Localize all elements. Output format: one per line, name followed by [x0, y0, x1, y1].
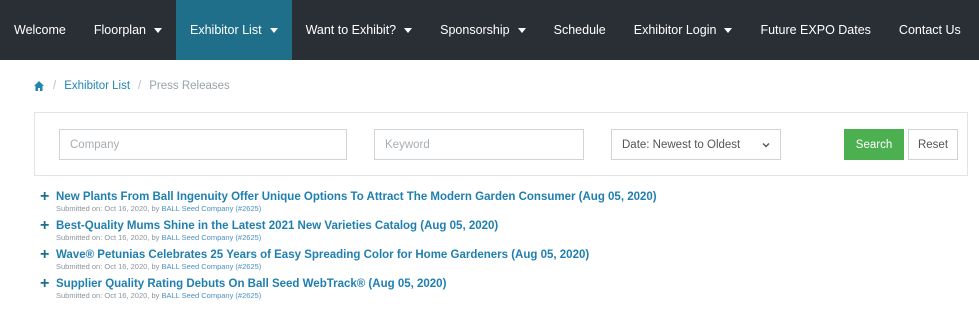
nav-label: Sponsorship [440, 23, 510, 37]
expand-plus-icon[interactable]: + [40, 218, 49, 234]
submitted-text: Submitted on: Oct 16, 2020, by [56, 262, 160, 271]
nav-label: Want to Exhibit? [305, 23, 397, 37]
keyword-placeholder: Keyword [385, 138, 430, 151]
nav-item-floorplan[interactable]: Floorplan [80, 0, 176, 60]
expand-plus-icon[interactable]: + [40, 247, 49, 263]
expand-plus-icon[interactable]: + [40, 276, 49, 292]
keyword-input[interactable]: Keyword [374, 129, 584, 160]
caret-down-icon [154, 27, 162, 33]
list-item: + Supplier Quality Rating Debuts On Ball… [40, 276, 960, 301]
nav-label: Floorplan [93, 23, 146, 37]
company-link[interactable]: BALL Seed Company (#2625) [162, 233, 262, 242]
nav-item-sponsorship[interactable]: Sponsorship [426, 0, 540, 60]
caret-down-icon [404, 27, 413, 33]
company-placeholder: Company [70, 138, 120, 151]
chevron-down-icon [762, 142, 770, 147]
sort-selected-value: Date: Newest to Oldest [622, 138, 741, 151]
sort-select[interactable]: Date: Newest to Oldest [611, 129, 781, 160]
nav-label: Schedule [553, 23, 606, 37]
press-release-meta: Submitted on: Oct 16, 2020, by BALL Seed… [56, 262, 960, 272]
company-link[interactable]: BALL Seed Company (#2625) [162, 262, 262, 271]
nav-label: Future EXPO Dates [760, 23, 871, 37]
submitted-text: Submitted on: Oct 16, 2020, by [56, 204, 160, 213]
press-release-title[interactable]: New Plants From Ball Ingenuity Offer Uni… [56, 190, 960, 204]
press-release-title[interactable]: Best-Quality Mums Shine in the Latest 20… [56, 219, 960, 233]
press-release-title[interactable]: Supplier Quality Rating Debuts On Ball S… [56, 277, 960, 291]
press-release-meta: Submitted on: Oct 16, 2020, by BALL Seed… [56, 204, 960, 214]
press-release-title[interactable]: Wave® Petunias Celebrates 25 Years of Ea… [56, 248, 960, 262]
nav-item-exhibitor-login[interactable]: Exhibitor Login [620, 0, 747, 60]
submitted-text: Submitted on: Oct 16, 2020, by [56, 291, 160, 300]
caret-down-icon [269, 27, 278, 33]
nav-item-contact-us[interactable]: Contact Us [885, 0, 975, 60]
nav-item-schedule[interactable]: Schedule [540, 0, 620, 60]
breadcrumb-current: Press Releases [149, 80, 230, 93]
press-release-list: + New Plants From Ball Ingenuity Offer U… [40, 189, 960, 306]
breadcrumb-separator: / [53, 80, 57, 93]
press-release-meta: Submitted on: Oct 16, 2020, by BALL Seed… [56, 291, 960, 301]
nav-item-exhibitor-list[interactable]: Exhibitor List [176, 0, 292, 60]
list-item: + Best-Quality Mums Shine in the Latest … [40, 218, 960, 243]
list-item: + Wave® Petunias Celebrates 25 Years of … [40, 247, 960, 272]
company-link[interactable]: BALL Seed Company (#2625) [162, 204, 262, 213]
top-navigation: Welcome Floorplan Exhibitor List Want to… [0, 0, 979, 60]
home-icon[interactable] [33, 80, 45, 92]
breadcrumb: / Exhibitor List / Press Releases [33, 80, 230, 92]
caret-down-icon [517, 27, 526, 33]
nav-label: Welcome [14, 23, 66, 37]
filter-panel: Company Keyword Date: Newest to Oldest S… [34, 112, 968, 176]
list-item: + New Plants From Ball Ingenuity Offer U… [40, 189, 960, 214]
expand-plus-icon[interactable]: + [40, 189, 49, 205]
company-input[interactable]: Company [59, 129, 347, 160]
breadcrumb-exhibitor-list[interactable]: Exhibitor List [64, 80, 130, 92]
press-release-meta: Submitted on: Oct 16, 2020, by BALL Seed… [56, 233, 960, 243]
nav-label: Exhibitor List [190, 23, 262, 37]
nav-label: Exhibitor Login [633, 23, 717, 37]
reset-button[interactable]: Reset [908, 129, 958, 160]
nav-item-welcome[interactable]: Welcome [0, 0, 80, 60]
caret-down-icon [724, 27, 733, 33]
breadcrumb-separator: / [138, 80, 142, 93]
submitted-text: Submitted on: Oct 16, 2020, by [56, 233, 160, 242]
search-button[interactable]: Search [844, 129, 904, 160]
company-link[interactable]: BALL Seed Company (#2625) [162, 291, 262, 300]
nav-label: Contact Us [898, 23, 961, 37]
nav-item-future-expo-dates[interactable]: Future EXPO Dates [746, 0, 884, 60]
nav-item-want-to-exhibit[interactable]: Want to Exhibit? [292, 0, 427, 60]
